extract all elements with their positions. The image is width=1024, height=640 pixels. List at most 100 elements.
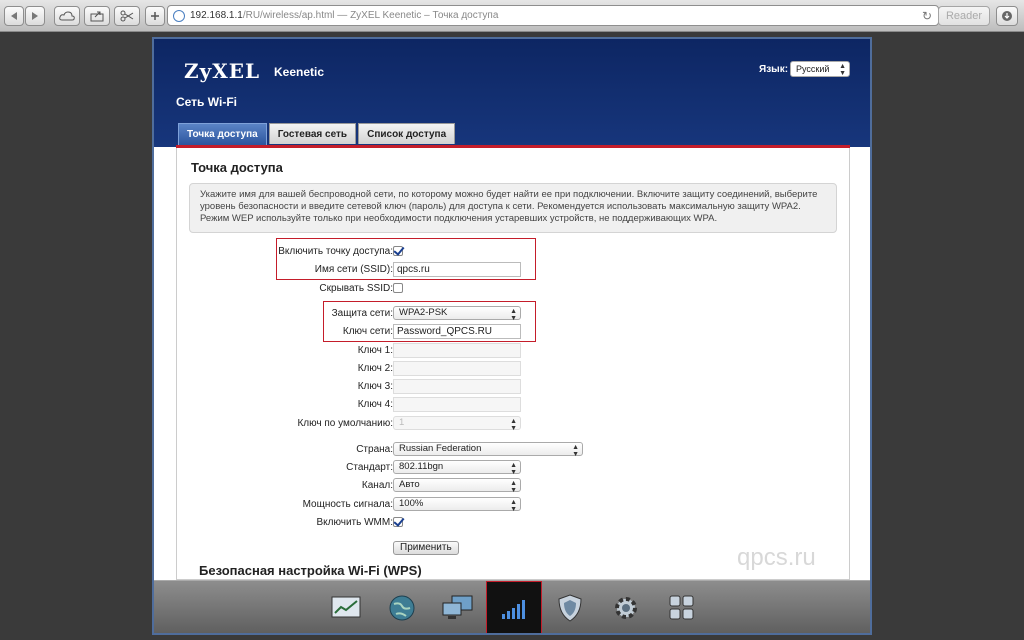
key3-label: Ключ 3:	[357, 381, 393, 392]
country-value: Russian Federation	[399, 443, 482, 454]
info-box: Укажите имя для вашей беспроводной сети,…	[189, 183, 837, 233]
dock-item-system[interactable]	[604, 587, 648, 629]
apply-button[interactable]: Применить	[393, 541, 459, 555]
wmm-label: Включить WMM:	[316, 517, 393, 528]
content-panel: Точка доступа Укажите имя для вашей бесп…	[176, 148, 850, 580]
share-button[interactable]	[84, 6, 110, 26]
power-label: Мощность сигнала:	[302, 499, 393, 510]
language-value: Русский	[796, 64, 830, 74]
dock-item-internet[interactable]	[380, 587, 424, 629]
back-button[interactable]	[4, 6, 24, 26]
channel-select[interactable]: Авто ▲ ▼	[393, 478, 521, 494]
key1-input[interactable]	[393, 343, 521, 358]
row-power: Мощность сигнала: 100% ▲ ▼	[177, 497, 851, 513]
key4-label: Ключ 4:	[357, 399, 393, 410]
info-line: Режим WEP используйте только при необход…	[200, 213, 718, 224]
watermark: qpcs.ru	[737, 544, 816, 571]
ssid-label: Имя сети (SSID):	[314, 264, 393, 275]
select-arrows-icon: ▲ ▼	[510, 462, 517, 476]
reader-button[interactable]: Reader	[938, 6, 990, 26]
standard-select[interactable]: 802.11bgn ▲ ▼	[393, 460, 521, 476]
row-key2: Ключ 2:	[177, 361, 851, 377]
tab-access-point[interactable]: Точка доступа	[178, 123, 267, 145]
security-label: Защита сети:	[331, 308, 393, 319]
url-host: 192.168.1.1	[190, 10, 243, 21]
default-key-value: 1	[399, 417, 405, 428]
row-key3: Ключ 3:	[177, 379, 851, 395]
dock-item-home-network[interactable]	[436, 587, 480, 629]
forward-arrow-icon	[32, 12, 38, 20]
country-label: Страна:	[356, 444, 393, 455]
row-network-key: Ключ сети: Password_QPCS.RU	[177, 324, 851, 340]
network-key-input[interactable]: Password_QPCS.RU	[393, 324, 521, 339]
key2-label: Ключ 2:	[357, 363, 393, 374]
downloads-button[interactable]	[996, 6, 1018, 26]
address-bar[interactable]: 192.168.1.1/RU/wireless/ap.html — ZyXEL …	[167, 5, 939, 26]
key4-input[interactable]	[393, 397, 521, 412]
tools-button[interactable]	[114, 6, 140, 26]
plus-icon	[151, 12, 159, 20]
row-key4: Ключ 4:	[177, 397, 851, 413]
security-select[interactable]: WPA2-PSK ▲ ▼	[393, 306, 521, 322]
hide-ssid-label: Скрывать SSID:	[319, 283, 393, 294]
hide-ssid-checkbox[interactable]	[393, 283, 403, 293]
scissors-icon	[120, 10, 134, 22]
dock-item-security[interactable]	[548, 587, 592, 629]
default-key-select[interactable]: 1 ▲ ▼	[393, 416, 521, 432]
key1-label: Ключ 1:	[357, 345, 393, 356]
shield-icon	[558, 594, 582, 622]
network-computers-icon	[442, 595, 473, 619]
network-key-label: Ключ сети:	[342, 326, 393, 337]
router-page: ZyXEL Keenetic Сеть Wi-Fi Язык: Русский …	[152, 37, 872, 635]
security-value: WPA2-PSK	[399, 307, 448, 318]
forward-button[interactable]	[25, 6, 45, 26]
row-hide-ssid: Скрывать SSID:	[177, 281, 851, 297]
country-select[interactable]: Russian Federation ▲ ▼	[393, 442, 583, 458]
standard-label: Стандарт:	[346, 462, 393, 473]
url-path: /RU/wireless/ap.html — ZyXEL Keenetic – …	[242, 10, 499, 21]
new-tab-button[interactable]	[145, 6, 165, 26]
power-select[interactable]: 100% ▲ ▼	[393, 497, 521, 513]
language-select[interactable]: Русский ▲ ▼	[790, 61, 850, 77]
channel-value: Авто	[399, 479, 420, 490]
row-key1: Ключ 1:	[177, 343, 851, 359]
icloud-tabs-button[interactable]	[54, 6, 80, 26]
ssid-input[interactable]: qpcs.ru	[393, 262, 521, 277]
share-icon	[90, 11, 104, 22]
wmm-checkbox[interactable]	[393, 517, 403, 527]
channel-label: Канал:	[361, 480, 393, 491]
row-country: Страна: Russian Federation ▲ ▼	[177, 442, 851, 458]
enable-ap-checkbox[interactable]	[393, 246, 403, 256]
zyxel-logo: ZyXEL	[184, 59, 261, 83]
tab-access-list[interactable]: Список доступа	[358, 123, 456, 144]
power-value: 100%	[399, 498, 424, 509]
dock-item-monitor[interactable]	[324, 587, 368, 629]
enable-ap-label: Включить точку доступа:	[278, 246, 393, 257]
dock-item-wifi[interactable]	[486, 581, 542, 633]
select-arrows-icon: ▲ ▼	[510, 308, 517, 322]
reload-icon[interactable]: ↻	[922, 9, 932, 23]
cloud-icon	[59, 11, 75, 21]
standard-value: 802.11bgn	[399, 461, 444, 472]
select-arrows-icon: ▲ ▼	[839, 63, 846, 77]
back-arrow-icon	[11, 12, 17, 20]
key3-input[interactable]	[393, 379, 521, 394]
globe-icon	[389, 595, 415, 621]
gear-icon	[615, 597, 637, 619]
row-default-key: Ключ по умолчанию: 1 ▲ ▼	[177, 416, 851, 432]
key2-input[interactable]	[393, 361, 521, 376]
browser-toolbar: 192.168.1.1/RU/wireless/ap.html — ZyXEL …	[0, 0, 1024, 32]
globe-icon	[173, 10, 185, 22]
info-line: уровень безопасности и введите сетевой к…	[200, 201, 801, 212]
row-wmm: Включить WMM:	[177, 515, 851, 531]
row-channel: Канал: Авто ▲ ▼	[177, 478, 851, 494]
monitor-chart-icon	[331, 596, 361, 618]
download-icon	[1002, 11, 1012, 21]
dock-item-applications[interactable]	[660, 587, 704, 629]
tab-guest-network[interactable]: Гостевая сеть	[268, 123, 357, 144]
info-line: Укажите имя для вашей беспроводной сети,…	[200, 189, 818, 200]
select-arrows-icon: ▲ ▼	[510, 499, 517, 513]
select-arrows-icon: ▲ ▼	[510, 480, 517, 494]
default-key-label: Ключ по умолчанию:	[297, 418, 393, 429]
wps-section-title: Безопасная настройка Wi-Fi (WPS)	[199, 563, 422, 578]
